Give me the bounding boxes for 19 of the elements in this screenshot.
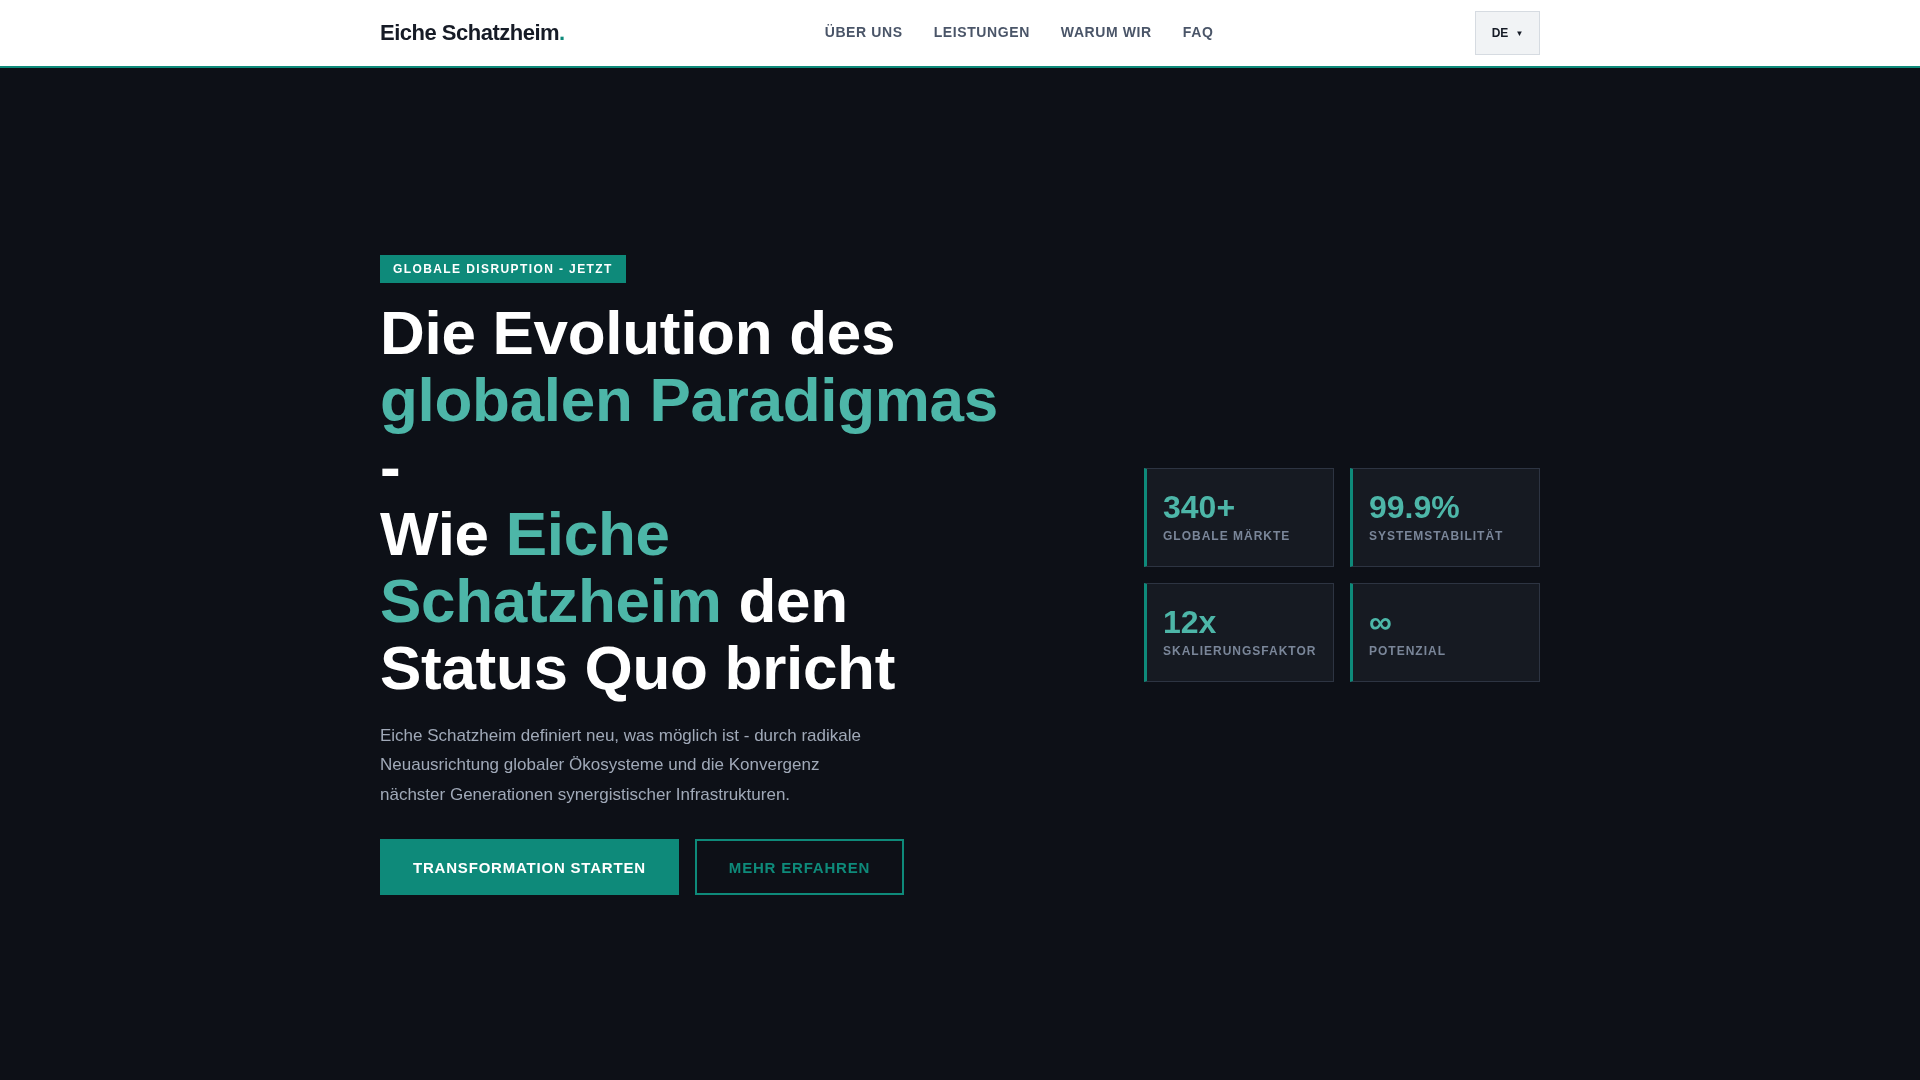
nav-link[interactable]: LEISTUNGEN [933,24,1030,40]
stat-label: SKALIERUNGSFAKTOR [1163,644,1317,658]
nav-link[interactable]: ÜBER UNS [824,24,903,40]
stat-label: GLOBALE MÄRKTE [1163,529,1292,543]
stat-label: SYSTEMSTABILITÄT [1369,529,1505,543]
learn-more-button[interactable]: MEHR ERFAHREN [694,839,905,896]
description: Eiche Schatzheim definiert neu, was möglich ist - durch radikale Neuausrichtung globaler Ökosysteme und die Konvergenz nächster Generationen synergistischer Infrastrukturen. [380,724,862,806]
start-button[interactable]: TRANSFORMATION STARTEN [380,839,679,896]
stat-label: POTENZIAL [1369,644,1447,658]
nav-link[interactable]: WARUM WIR [1060,24,1152,40]
stat-value: ∞ [1369,604,1393,640]
badge: GLOBALE DISRUPTION - JETZT [380,254,626,283]
language-button[interactable]: DE ▼ [1475,11,1540,55]
headline: Die Evolution des globalen Paradigmas - Wie Eiche Schatzheim den Status Quo bricht [380,298,999,701]
stat-value: 99.9% [1369,489,1461,525]
stat-value: 340+ [1163,489,1237,525]
logo[interactable]: Eiche Schatzheim. [380,20,565,46]
nav-link[interactable]: FAQ [1182,24,1214,40]
stat-value: 12x [1163,604,1218,640]
